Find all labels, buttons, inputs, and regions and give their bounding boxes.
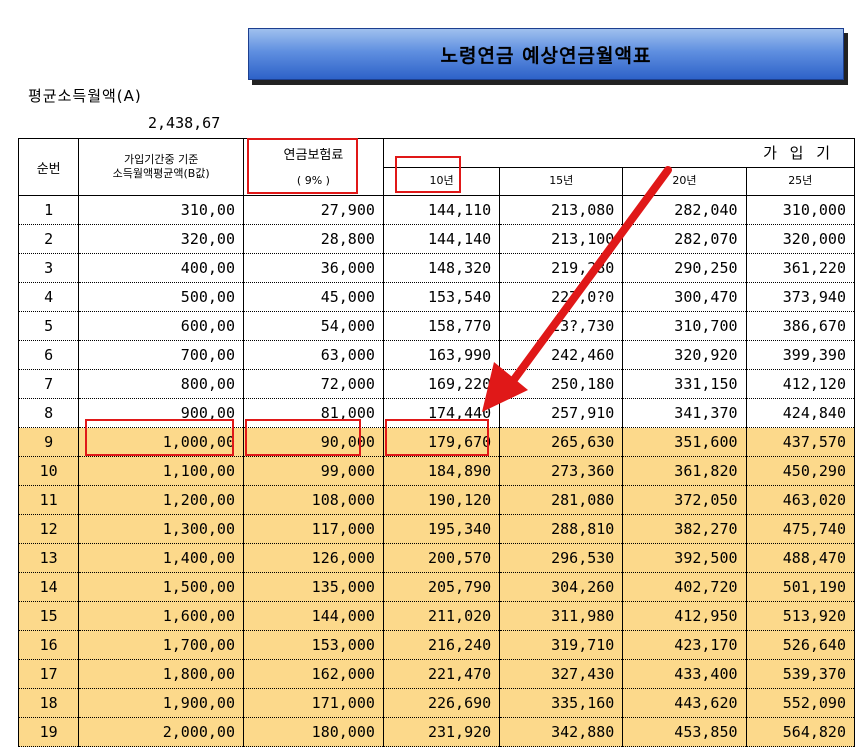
arrow-shaft [506,166,672,389]
annotation-arrow [482,166,672,412]
